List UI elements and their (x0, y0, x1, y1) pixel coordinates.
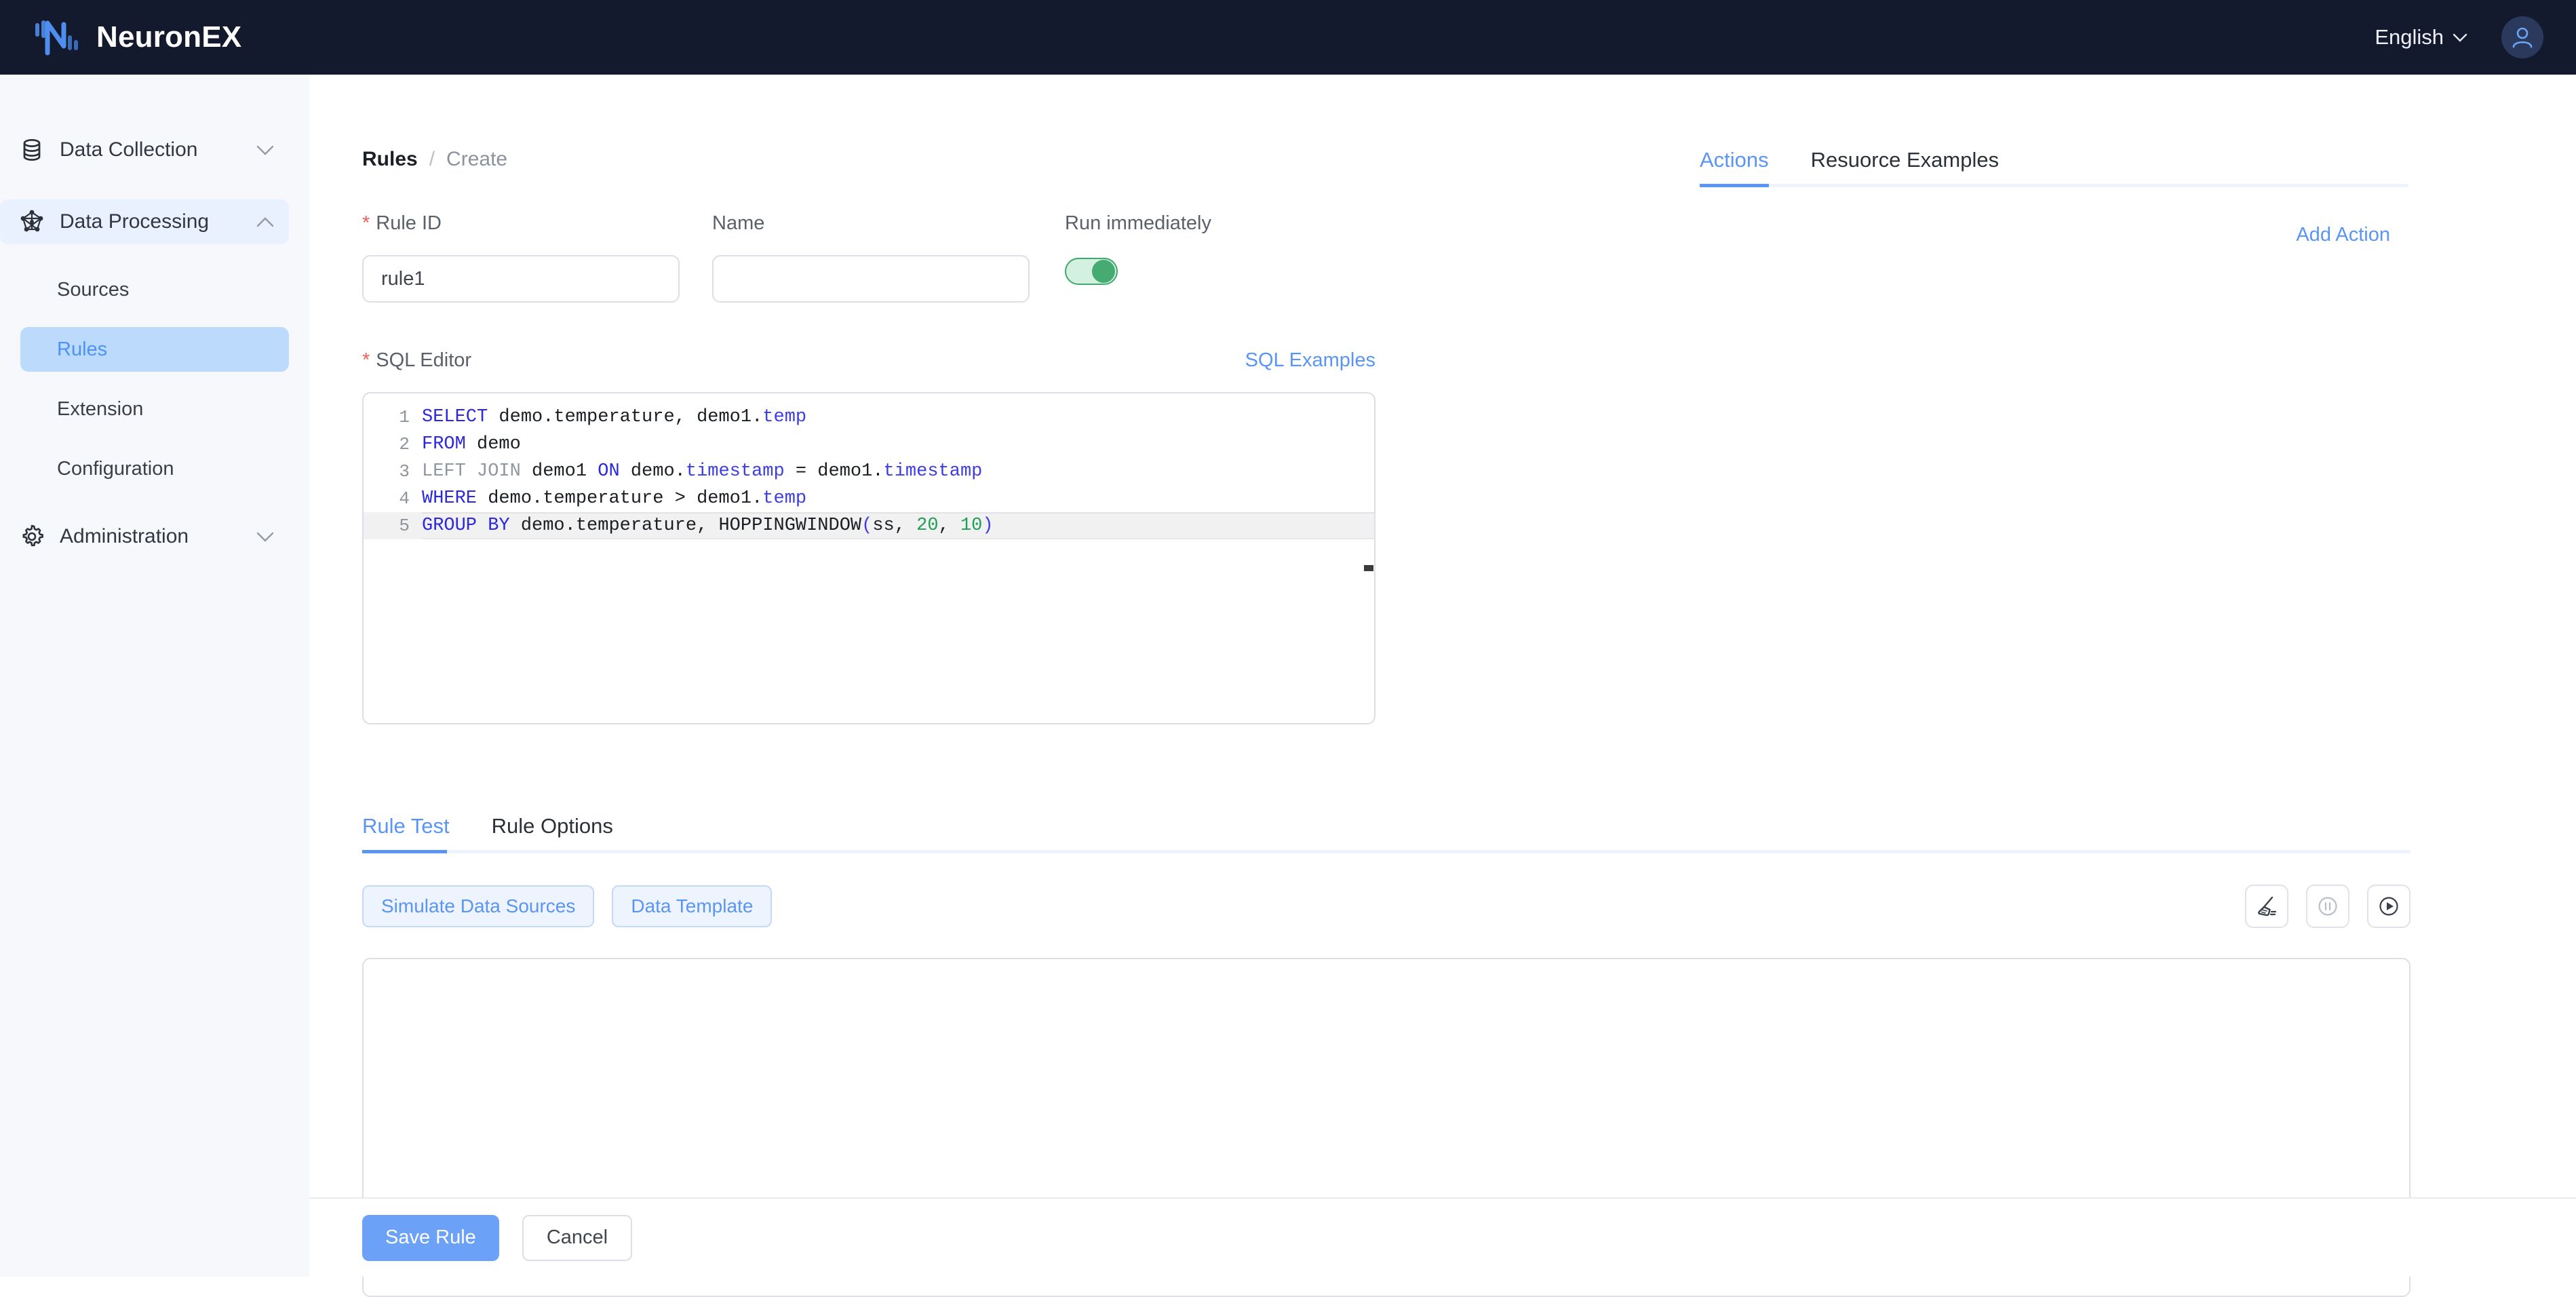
sql-code-lines: 1 SELECT demo.temperature, demo1.temp 2 … (364, 393, 1374, 539)
database-icon (19, 137, 45, 163)
run-immediately-toggle[interactable] (1065, 258, 1118, 285)
network-graph-icon (19, 209, 45, 235)
sidebar-group-label: Data Processing (60, 210, 209, 233)
sql-editor-label: * SQL Editor (362, 346, 471, 374)
code-line: 3 LEFT JOIN demo1 ON demo.timestamp = de… (364, 458, 1374, 485)
required-asterisk: * (362, 214, 370, 233)
sql-examples-link[interactable]: SQL Examples (1245, 349, 1375, 372)
rule-id-label-text: Rule ID (376, 212, 442, 235)
tab-rule-test[interactable]: Rule Test (362, 814, 450, 853)
brand-title: NeuronEX (96, 20, 241, 54)
chevron-down-icon (256, 145, 274, 155)
cancel-button[interactable]: Cancel (522, 1215, 632, 1261)
neuronex-logo-icon (34, 19, 81, 56)
tabs-active-indicator (1700, 184, 1769, 187)
sidebar-group-label: Data Collection (60, 138, 197, 161)
sidebar-item-rules[interactable]: Rules (20, 327, 289, 372)
sidebar-item-extension[interactable]: Extension (20, 387, 289, 431)
sql-editor-header: * SQL Editor SQL Examples (362, 346, 1375, 374)
rule-id-field-group: * Rule ID (362, 209, 680, 303)
name-input[interactable] (712, 255, 1030, 303)
sidebar-group-data-processing[interactable]: Data Processing (0, 199, 289, 244)
line-source: SELECT demo.temperature, demo1.temp (422, 404, 1374, 431)
rule-create-form: Rules / Create * Rule ID Name Run immed (309, 75, 2576, 1204)
sidebar-group-data-collection[interactable]: Data Collection (0, 128, 289, 172)
simulate-data-sources-button[interactable]: Simulate Data Sources (362, 885, 594, 927)
sidebar-item-configuration[interactable]: Configuration (20, 446, 289, 491)
brand-logo-block[interactable]: NeuronEX (34, 19, 241, 56)
sql-editor-label-text: SQL Editor (376, 349, 471, 372)
tabs-underline (362, 850, 2411, 853)
rule-id-input[interactable] (362, 255, 680, 303)
chevron-down-icon (256, 532, 274, 542)
code-line: 1 SELECT demo.temperature, demo1.temp (364, 404, 1374, 431)
tab-rule-options[interactable]: Rule Options (492, 814, 613, 853)
rule-id-label: * Rule ID (362, 209, 680, 237)
save-rule-button[interactable]: Save Rule (362, 1215, 499, 1261)
code-line-active: 5 GROUP BY demo.temperature, HOPPINGWIND… (364, 512, 1374, 539)
sidebar: Data Collection Data Processing Sources (0, 75, 309, 1277)
run-test-button[interactable] (2367, 885, 2411, 928)
line-source: GROUP BY demo.temperature, HOPPINGWINDOW… (422, 512, 1374, 539)
sidebar-item-label: Extension (57, 398, 143, 421)
top-header-bar: NeuronEX English (0, 0, 2576, 75)
user-avatar-icon (2508, 23, 2537, 52)
tab-actions[interactable]: Actions (1700, 148, 1769, 187)
breadcrumb-separator: / (429, 148, 435, 171)
actions-panel: Actions Resuorce Examples Add Action (1700, 148, 2425, 246)
rule-test-tabs: Rule Test Rule Options (362, 814, 2425, 853)
editor-scroll-marker[interactable] (1364, 565, 1373, 571)
sql-editor[interactable]: 1 SELECT demo.temperature, demo1.temp 2 … (362, 392, 1375, 724)
add-action-button[interactable]: Add Action (1700, 224, 2390, 246)
avatar[interactable] (2501, 16, 2543, 58)
tab-resource-examples[interactable]: Resuorce Examples (1811, 148, 1999, 187)
sidebar-item-label: Rules (57, 338, 107, 361)
breadcrumb-rules[interactable]: Rules (362, 148, 418, 171)
pause-test-button[interactable] (2306, 885, 2349, 928)
name-label-text: Name (712, 212, 764, 235)
line-source: LEFT JOIN demo1 ON demo.timestamp = demo… (422, 458, 1374, 485)
clear-output-button[interactable] (2245, 885, 2288, 928)
line-number: 1 (364, 404, 422, 431)
line-number: 4 (364, 485, 422, 512)
breadcrumb-current: Create (446, 148, 507, 171)
name-label: Name (712, 209, 1030, 237)
code-line: 2 FROM demo (364, 431, 1374, 458)
run-immediately-label-text: Run immediately (1065, 212, 1211, 235)
rule-test-icon-buttons (2245, 885, 2411, 928)
sidebar-group-label: Administration (60, 525, 189, 548)
line-number: 2 (364, 431, 422, 458)
gear-icon (19, 524, 45, 549)
sidebar-item-label: Sources (57, 279, 129, 301)
line-source: WHERE demo.temperature > demo1.temp (422, 485, 1374, 512)
toggle-knob (1092, 260, 1115, 283)
data-template-button[interactable]: Data Template (612, 885, 772, 927)
required-asterisk: * (362, 351, 370, 370)
tabs-active-indicator (362, 850, 447, 853)
form-footer-bar: Save Rule Cancel (309, 1197, 2576, 1277)
run-immediately-label: Run immediately (1065, 209, 1289, 237)
language-selector[interactable]: English (2375, 25, 2467, 50)
chevron-down-icon (2453, 33, 2467, 42)
sidebar-item-sources[interactable]: Sources (20, 267, 289, 312)
main-content: Rules / Create * Rule ID Name Run immed (309, 75, 2576, 1277)
sidebar-item-label: Configuration (57, 458, 174, 480)
sidebar-group-administration[interactable]: Administration (0, 514, 289, 559)
actions-tabs: Actions Resuorce Examples (1700, 148, 2425, 187)
play-circle-icon (2377, 894, 2401, 918)
code-line: 4 WHERE demo.temperature > demo1.temp (364, 485, 1374, 512)
header-right-controls: English (2375, 16, 2543, 58)
broom-clear-icon (2255, 894, 2279, 918)
rule-test-toolbar: Simulate Data Sources Data Template (362, 885, 2411, 928)
line-number: 5 (364, 512, 422, 539)
chevron-up-icon (256, 217, 274, 227)
name-field-group: Name (712, 209, 1030, 303)
language-label: English (2375, 25, 2444, 50)
pause-circle-icon (2316, 894, 2340, 918)
run-immediately-group: Run immediately (1065, 209, 1289, 303)
line-number: 3 (364, 458, 422, 485)
line-source: FROM demo (422, 431, 1374, 458)
tabs-underline (1700, 184, 2408, 187)
